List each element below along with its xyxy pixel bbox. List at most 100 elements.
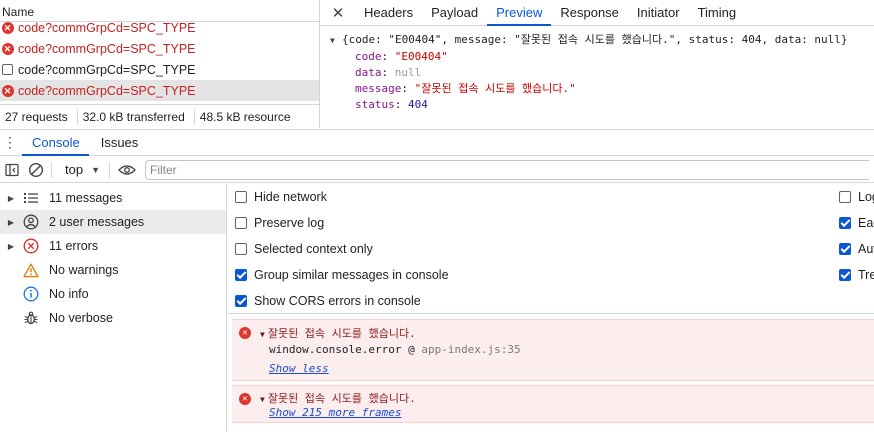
tab-timing[interactable]: Timing — [689, 0, 746, 25]
sidebar-item-messages[interactable]: ▶ 11 messages — [0, 186, 226, 210]
show-less-link[interactable]: Show less — [269, 362, 329, 375]
checkbox-checked[interactable] — [839, 269, 851, 281]
expand-arrow-icon[interactable]: ▶ — [0, 194, 22, 203]
sidebar-item-label: No verbose — [49, 311, 113, 325]
checkbox-checked[interactable] — [839, 243, 851, 255]
option-label: Preserve log — [254, 216, 325, 230]
option-label: Aut — [858, 242, 874, 256]
sidebar-item-verbose[interactable]: No verbose — [0, 306, 226, 330]
message-header[interactable]: ▼ 잘못된 접속 시도를 했습니다. — [260, 390, 416, 406]
collapse-triangle-icon[interactable]: ▼ — [260, 395, 265, 404]
collapse-triangle-icon[interactable]: ▼ — [260, 330, 265, 339]
error-icon: ✕ — [239, 327, 251, 339]
sidebar-toggle-icon[interactable] — [0, 157, 24, 183]
checkbox-checked[interactable] — [235, 295, 247, 307]
info-icon — [22, 285, 40, 303]
sidebar-item-user-messages[interactable]: ▶ 2 user messages — [0, 210, 226, 234]
sidebar-item-label: No info — [49, 287, 89, 301]
json-field: status: 404 — [355, 98, 428, 111]
source-link[interactable]: app-index.js:35 — [421, 343, 520, 356]
checkbox-checked[interactable] — [839, 217, 851, 229]
expand-arrow-icon[interactable]: ▶ — [0, 218, 22, 227]
network-status-bar: 27 requests 32.0 kB transferred 48.5 kB … — [0, 104, 319, 128]
option-label: Hide network — [254, 190, 327, 204]
console-settings: Hide network Preserve log Selected conte… — [228, 184, 874, 314]
console-toolbar: top ▼ — [0, 157, 874, 183]
checkbox-unchecked[interactable] — [235, 243, 247, 255]
json-value: "E00404" — [394, 50, 448, 63]
json-summary: {code: "E00404", message: "잘못된 접속 시도를 했습… — [342, 33, 848, 46]
sidebar-item-warnings[interactable]: No warnings — [0, 258, 226, 282]
group-similar-checkbox[interactable]: Group similar messages in console — [235, 265, 449, 285]
tab-preview[interactable]: Preview — [487, 0, 552, 26]
console-error-message: ✕ ▼ 잘못된 접속 시도를 했습니다. window.console.error… — [232, 319, 874, 381]
request-name: code?commGrpCd=SPC_TYPE — [18, 20, 196, 35]
document-icon — [1, 63, 14, 76]
close-icon[interactable]: ✕ — [321, 0, 355, 25]
stack-frame: window.console.error @ app-index.js:35 — [269, 343, 521, 356]
transferred-size: 32.0 kB transferred — [78, 108, 195, 125]
message-text: 잘못된 접속 시도를 했습니다. — [267, 392, 416, 405]
sidebar-item-label: No warnings — [49, 263, 119, 277]
show-more-frames-link[interactable]: Show 215 more frames — [269, 406, 401, 419]
expand-triangle-icon[interactable]: ▼ — [330, 33, 342, 49]
tab-response[interactable]: Response — [551, 0, 628, 25]
json-key: data — [355, 66, 382, 79]
request-name: code?commGrpCd=SPC_TYPE — [18, 83, 196, 98]
request-row[interactable]: ✕ code?commGrpCd=SPC_TYPE — [0, 38, 319, 59]
preserve-log-checkbox[interactable]: Preserve log — [235, 213, 324, 233]
filter-input[interactable] — [145, 159, 869, 180]
log-xmlhttprequests-checkbox[interactable]: Log — [839, 187, 874, 207]
context-select[interactable]: top ▼ — [55, 162, 106, 177]
selected-context-checkbox[interactable]: Selected context only — [235, 239, 373, 259]
detail-tabbar: ✕ Headers Payload Preview Response Initi… — [321, 0, 874, 26]
message-header[interactable]: ▼ 잘못된 접속 시도를 했습니다. — [260, 325, 416, 341]
request-row[interactable]: code?commGrpCd=SPC_TYPE — [0, 59, 319, 80]
console-messages: ✕ ▼ 잘못된 접속 시도를 했습니다. window.console.error… — [228, 315, 874, 432]
error-icon: ✕ — [1, 84, 14, 97]
request-detail-panel: ✕ Headers Payload Preview Response Initi… — [321, 0, 874, 128]
tab-payload[interactable]: Payload — [422, 0, 487, 25]
expand-arrow-icon[interactable]: ▶ — [0, 242, 22, 251]
console-sidebar: ▶ 11 messages ▶ 2 user messages ▶ 11 err… — [0, 184, 227, 432]
checkbox-unchecked[interactable] — [839, 191, 851, 203]
cors-errors-checkbox[interactable]: Show CORS errors in console — [235, 291, 421, 311]
hide-network-checkbox[interactable]: Hide network — [235, 187, 327, 207]
checkbox-unchecked[interactable] — [235, 217, 247, 229]
show-less-text[interactable]: Show less — [269, 362, 329, 375]
treat-evaluation-checkbox[interactable]: Tre — [839, 265, 874, 285]
sidebar-item-info[interactable]: No info — [0, 282, 226, 306]
sidebar-item-label: 11 errors — [49, 239, 99, 253]
user-icon — [22, 213, 40, 231]
json-summary-row[interactable]: ▼ {code: "E00404", message: "잘못된 접속 시도를 했… — [330, 32, 870, 49]
console-error-message: ✕ ▼ 잘못된 접속 시도를 했습니다. Show 215 more frames — [232, 385, 874, 423]
option-label: Eag — [858, 216, 874, 230]
sidebar-item-errors[interactable]: ▶ 11 errors — [0, 234, 226, 258]
json-value: "잘못된 접속 시도를 했습니다." — [414, 82, 576, 95]
clear-console-icon[interactable] — [24, 157, 48, 183]
caret-down-icon: ▼ — [91, 164, 100, 175]
json-key: message — [355, 82, 402, 95]
checkbox-unchecked[interactable] — [235, 191, 247, 203]
request-row-selected[interactable]: ✕ code?commGrpCd=SPC_TYPE — [0, 80, 319, 101]
show-more-frames-text[interactable]: Show 215 more frames — [269, 406, 401, 419]
json-key: status — [355, 98, 395, 111]
autocomplete-checkbox[interactable]: Aut — [839, 239, 874, 259]
error-icon: ✕ — [1, 21, 14, 34]
tab-issues[interactable]: Issues — [89, 130, 148, 155]
tab-headers[interactable]: Headers — [355, 0, 422, 25]
eye-icon[interactable] — [113, 157, 141, 183]
option-label: Log — [858, 190, 874, 204]
tab-console[interactable]: Console — [20, 130, 89, 156]
toolbar-divider — [51, 161, 52, 178]
warning-icon — [22, 261, 40, 279]
checkbox-checked[interactable] — [235, 269, 247, 281]
json-field: message: "잘못된 접속 시도를 했습니다." — [355, 82, 576, 95]
eager-evaluation-checkbox[interactable]: Eag — [839, 213, 874, 233]
request-row[interactable]: ✕ code?commGrpCd=SPC_TYPE — [0, 17, 319, 38]
json-field: code: "E00404" — [355, 50, 448, 63]
bug-icon — [22, 309, 40, 327]
tab-initiator[interactable]: Initiator — [628, 0, 689, 25]
more-options-icon[interactable]: ⋮ — [0, 130, 20, 155]
json-value: null — [394, 66, 422, 79]
